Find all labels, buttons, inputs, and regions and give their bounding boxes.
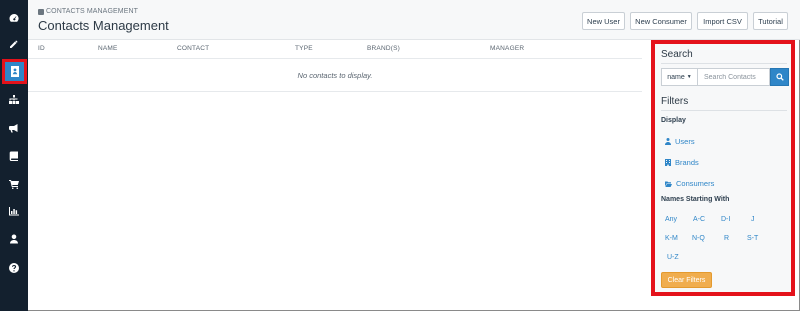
caret-down-icon: ▼	[686, 74, 692, 80]
search-icon	[775, 73, 784, 81]
display-filter-label: Brands	[675, 158, 699, 167]
user-icon[interactable]	[4, 229, 24, 249]
divider	[661, 63, 787, 64]
letter-filter-u-z[interactable]: U-Z	[667, 254, 679, 261]
user-icon	[665, 138, 671, 145]
column-header-manager[interactable]: MANAGER	[490, 45, 524, 52]
display-filter-brands[interactable]: Brands	[665, 158, 699, 167]
search-input[interactable]	[698, 68, 770, 86]
megaphone-icon[interactable]	[4, 118, 24, 138]
letter-filter-a-c[interactable]: A-C	[693, 216, 705, 223]
sidebar	[0, 0, 28, 311]
search-button[interactable]	[770, 68, 789, 86]
letter-filter-d-i[interactable]: D-I	[721, 216, 730, 223]
filters-heading: Filters	[661, 96, 689, 107]
column-header-type[interactable]: TYPE	[295, 45, 313, 52]
display-heading: Display	[661, 117, 686, 124]
letter-filter-s-t[interactable]: S-T	[747, 235, 758, 242]
dashboard-icon[interactable]	[4, 8, 24, 28]
breadcrumb-label[interactable]: CONTACTS MANAGEMENT	[46, 8, 138, 15]
display-filter-label: Consumers	[676, 179, 715, 188]
names-starting-heading: Names Starting With	[661, 196, 730, 203]
search-group: name ▼	[661, 68, 789, 86]
display-filter-users[interactable]: Users	[665, 137, 695, 146]
search-filter-panel: Search name ▼ Filters Display Users Bran…	[651, 40, 795, 296]
column-header-brands[interactable]: BRAND(S)	[367, 45, 400, 52]
contact-book-icon[interactable]	[2, 59, 27, 84]
import-csv-button[interactable]: Import CSV	[697, 12, 748, 30]
column-header-contact[interactable]: CONTACT	[177, 45, 209, 52]
building-icon	[665, 159, 671, 166]
bar-chart-icon[interactable]	[4, 201, 24, 221]
letter-filter-j[interactable]: J	[751, 216, 755, 223]
folder-open-icon	[665, 181, 672, 187]
column-header-id[interactable]: ID	[38, 45, 45, 52]
help-icon[interactable]	[4, 258, 24, 278]
letter-filter-r[interactable]: R	[724, 235, 729, 242]
sitemap-icon[interactable]	[4, 90, 24, 110]
table-row: No contacts to display.	[28, 59, 642, 92]
clear-filters-button[interactable]: Clear Filters	[661, 272, 712, 288]
letter-filter-n-q[interactable]: N-Q	[692, 235, 705, 242]
breadcrumb: CONTACTS MANAGEMENT	[38, 8, 138, 15]
table-header: ID NAME CONTACT TYPE BRAND(S) MANAGER	[28, 40, 642, 59]
display-filter-label: Users	[675, 137, 695, 146]
divider	[661, 110, 787, 111]
letter-filter-k-m[interactable]: K-M	[665, 235, 678, 242]
search-field-value: name	[667, 73, 685, 81]
page-title: Contacts Management	[38, 18, 169, 33]
contact-book-icon	[38, 8, 44, 15]
book-icon[interactable]	[4, 146, 24, 166]
column-header-name[interactable]: NAME	[98, 45, 118, 52]
letter-filter-any[interactable]: Any	[665, 216, 677, 223]
search-heading: Search	[661, 49, 693, 60]
empty-table-message: No contacts to display.	[297, 71, 373, 80]
pencil-icon[interactable]	[4, 34, 24, 54]
cart-icon[interactable]	[4, 174, 24, 194]
new-consumer-button[interactable]: New Consumer	[630, 12, 692, 30]
display-filter-consumers[interactable]: Consumers	[665, 179, 714, 188]
page-header: CONTACTS MANAGEMENT Contacts Management …	[28, 0, 800, 40]
tutorial-button[interactable]: Tutorial	[753, 12, 788, 30]
new-user-button[interactable]: New User	[582, 12, 625, 30]
search-field-dropdown[interactable]: name ▼	[661, 68, 698, 86]
